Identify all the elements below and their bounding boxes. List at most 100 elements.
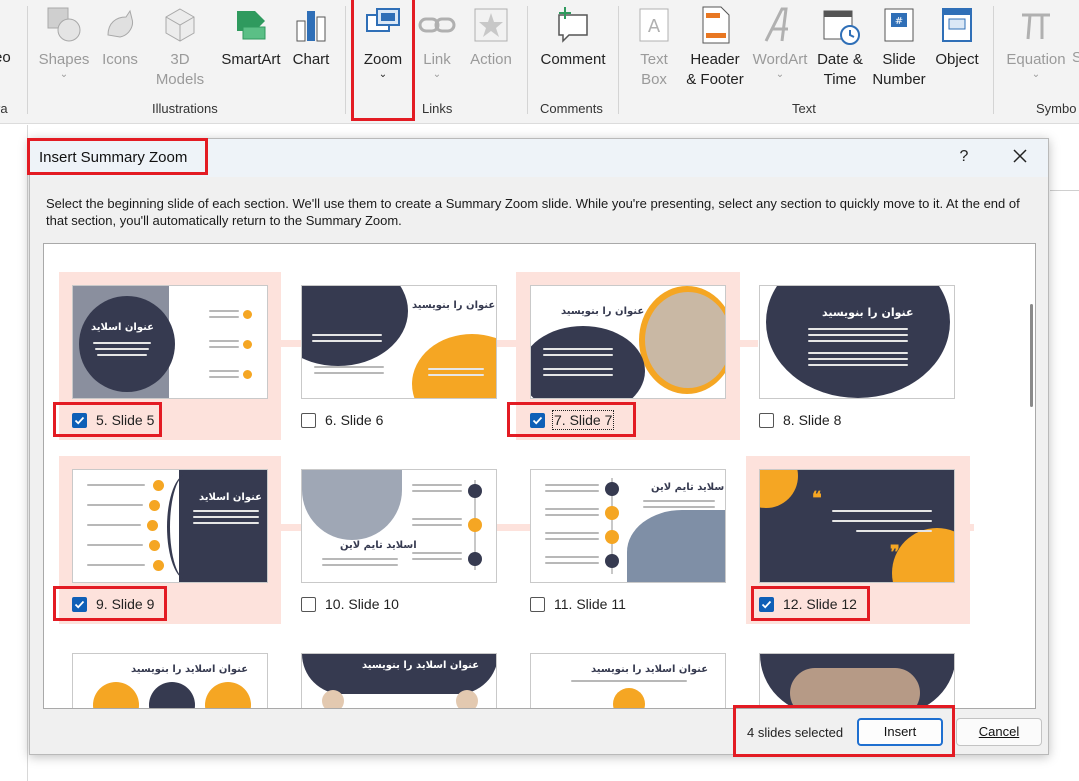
slide-thumbnail-12[interactable]: ❝ ❞ xyxy=(759,469,955,583)
chart-button[interactable]: Chart xyxy=(288,4,334,70)
text-line xyxy=(412,484,462,486)
text-line xyxy=(543,354,613,356)
bullet xyxy=(147,520,158,531)
text-line xyxy=(545,484,599,486)
comment-button[interactable]: Comment xyxy=(538,4,608,70)
slide-checkbox-row-9[interactable]: 9. Slide 9 xyxy=(72,594,154,614)
link-button[interactable]: Link ⌄ xyxy=(417,4,457,80)
checkbox-label: 5. Slide 5 xyxy=(96,412,155,428)
text-line xyxy=(412,524,462,526)
object-button[interactable]: Object xyxy=(932,4,982,70)
dark-shape xyxy=(531,326,645,398)
slide-thumbnail-9[interactable]: عنوان اسلاید xyxy=(72,469,268,583)
checkmark-icon xyxy=(74,416,85,424)
slide-thumbnail-6[interactable]: عنوان را بنویسید xyxy=(301,285,497,399)
slide-title: عنوان اسلاید را بنویسید xyxy=(362,660,480,671)
text-line xyxy=(808,340,908,342)
group-separator xyxy=(618,6,619,114)
slide-title: اسلاید تایم لاین xyxy=(651,482,726,493)
scrollbar-thumb[interactable] xyxy=(1030,304,1033,407)
symbol-button-partial[interactable]: S xyxy=(1071,48,1079,68)
wordart-button[interactable]: WordArt ⌄ xyxy=(750,4,810,80)
text-line xyxy=(545,538,599,540)
arc xyxy=(167,474,207,580)
action-button[interactable]: Action xyxy=(466,4,516,70)
slide-number-icon: # xyxy=(879,4,919,46)
smartart-button[interactable]: SmartArt xyxy=(218,4,284,70)
photo-placeholder xyxy=(790,668,920,708)
slide-number-button[interactable]: # Slide Number xyxy=(870,4,928,90)
text-line xyxy=(832,510,932,512)
3d-models-button[interactable]: 3D Models xyxy=(148,4,212,90)
checkbox[interactable] xyxy=(301,412,316,428)
slide-thumbnail-10[interactable]: اسلاید تایم لاین xyxy=(301,469,497,583)
text-line xyxy=(87,524,141,526)
link-icon xyxy=(417,4,457,46)
slide-thumbnail-11[interactable]: اسلاید تایم لاین xyxy=(530,469,726,583)
timeline-node xyxy=(468,552,482,566)
group-separator xyxy=(993,6,994,114)
slide-checkbox-row-12[interactable]: 12. Slide 12 xyxy=(759,594,857,614)
checkbox-label: 8. Slide 8 xyxy=(783,412,842,428)
slide-thumbnail-15[interactable]: عنوان اسلاید را بنویسید xyxy=(530,653,726,708)
slide-checkbox-row-6[interactable]: 6. Slide 6 xyxy=(301,410,383,430)
checkbox[interactable] xyxy=(759,596,774,612)
calendar-clock-icon xyxy=(820,4,860,46)
header-footer-button[interactable]: Header & Footer xyxy=(684,4,746,90)
slide-thumbnail-7[interactable]: عنوان را بنویسید xyxy=(530,285,726,399)
avatar xyxy=(322,690,344,708)
text-line xyxy=(545,532,599,534)
section-connector xyxy=(281,524,301,531)
avatar xyxy=(93,682,139,708)
zoom-button[interactable]: Zoom ⌄ xyxy=(358,4,408,80)
slide-thumbnail-5[interactable]: عنوان اسلاید xyxy=(72,285,268,399)
cancel-button[interactable]: Cancel xyxy=(956,718,1042,746)
text-line xyxy=(571,680,687,682)
checkbox[interactable] xyxy=(759,412,774,428)
text-line xyxy=(87,564,145,566)
slide-title: عنوان اسلاید xyxy=(199,492,263,503)
checkbox[interactable] xyxy=(530,412,545,428)
slide-thumbnail-8[interactable]: عنوان را بنویسید xyxy=(759,285,955,399)
slide-thumbnail-13[interactable]: عنوان اسلاید را بنویسید xyxy=(72,653,268,708)
selected-count: 4 slides selected xyxy=(747,725,844,740)
text-line xyxy=(412,490,462,492)
slide-checkbox-row-11[interactable]: 11. Slide 11 xyxy=(530,594,626,614)
group-label-links: Links xyxy=(422,101,453,116)
text-line xyxy=(209,340,239,342)
checkbox[interactable] xyxy=(72,412,87,428)
text-line xyxy=(412,558,462,560)
text-line xyxy=(97,354,147,356)
text-line xyxy=(412,552,462,554)
slide-thumbnail-14[interactable]: عنوان اسلاید را بنویسید xyxy=(301,653,497,708)
vertical-scrollbar[interactable] xyxy=(1027,244,1035,708)
slide-thumbnails-pane xyxy=(0,125,28,781)
slide-checkbox-row-8[interactable]: 8. Slide 8 xyxy=(759,410,841,430)
checkbox[interactable] xyxy=(72,596,87,612)
slide-checkbox-row-7[interactable]: 7. Slide 7 xyxy=(530,410,615,430)
quote-icon: ❝ xyxy=(812,488,822,508)
checkbox[interactable] xyxy=(301,596,316,612)
equation-button[interactable]: Equation ⌄ xyxy=(1004,4,1068,80)
date-time-button[interactable]: Date & Time xyxy=(814,4,866,90)
slide-thumbnail-16[interactable] xyxy=(759,653,955,708)
checkmark-icon xyxy=(74,600,85,608)
close-button[interactable] xyxy=(1010,146,1030,166)
checkbox[interactable] xyxy=(530,596,545,612)
insert-button[interactable]: Insert xyxy=(857,718,943,746)
shapes-button[interactable]: Shapes ⌄ xyxy=(38,4,90,80)
help-button[interactable]: ? xyxy=(957,148,971,166)
slide-checkbox-row-5[interactable]: 5. Slide 5 xyxy=(72,410,154,430)
shapes-icon xyxy=(44,4,84,46)
instructions-text: Select the beginning slide of each secti… xyxy=(46,196,1020,228)
slide-selection-panel: عنوان اسلاید 5. Slide 5 عنوان را بنویسید xyxy=(43,243,1036,709)
group-separator xyxy=(527,6,528,114)
icons-button[interactable]: Icons xyxy=(98,4,142,70)
checkbox-label: 9. Slide 9 xyxy=(96,596,155,612)
bullet xyxy=(153,480,164,491)
camera-button-partial[interactable]: eo xyxy=(0,48,11,68)
text-line xyxy=(322,558,398,560)
text-box-button[interactable]: A Text Box xyxy=(632,4,676,90)
slide-checkbox-row-10[interactable]: 10. Slide 10 xyxy=(301,594,399,614)
group-separator xyxy=(27,6,28,114)
